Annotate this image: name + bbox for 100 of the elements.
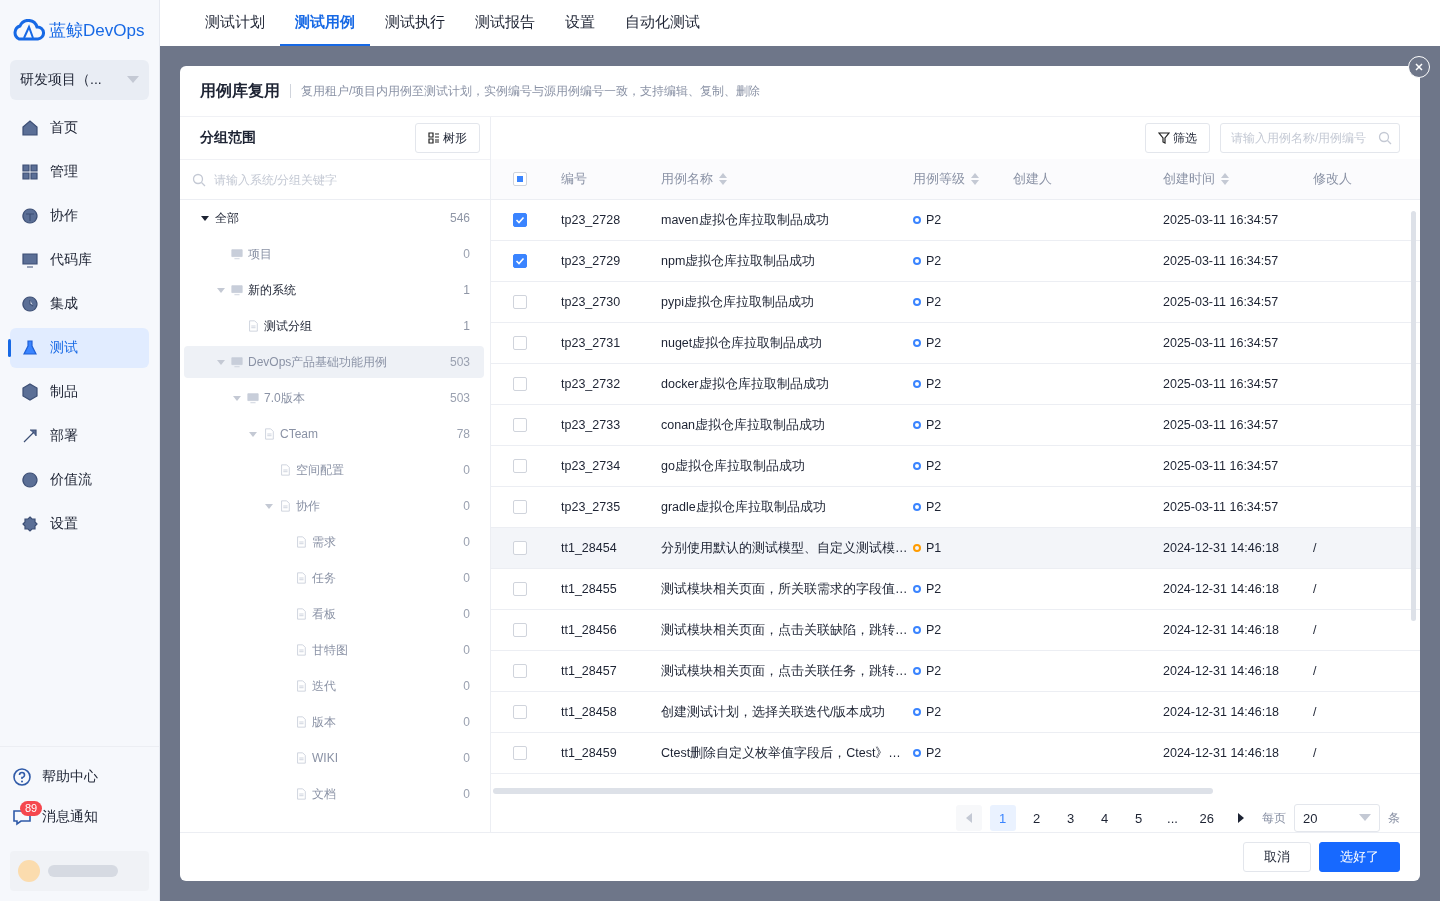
tree-icon [428, 132, 440, 144]
table-cell: 创建测试计划，选择关联迭代/版本成功 [661, 703, 886, 721]
nav-item[interactable]: 代码库 [10, 240, 149, 280]
nav-link[interactable]: 帮助中心 [42, 768, 98, 786]
nav-item[interactable]: 设置 [10, 504, 149, 544]
select-all-checkbox[interactable] [513, 172, 527, 186]
sort-icon[interactable] [1221, 173, 1229, 185]
nav-icon[interactable] [20, 250, 40, 270]
table-cell: 2025-03-11 16:34:57 [1163, 295, 1279, 309]
nav-item[interactable]: 测试 [10, 328, 149, 368]
close-icon[interactable] [1408, 56, 1430, 78]
table-cell: P2 [926, 500, 942, 514]
table-row[interactable]: tt1_28459 Ctest删除自定义枚举值字段后，Ctest》… P2 2024-12-31 14:46:18 / [491, 733, 1420, 774]
table-row[interactable]: tt1_28457 测试模块相关页面，点击关联任务，跳转… P2 2024-12-31 14:46:18 / [491, 651, 1420, 692]
column-header: 修改人 [1313, 170, 1352, 188]
cloud-logo-icon [11, 19, 45, 41]
monitor-icon [231, 284, 243, 296]
table-cell: / [1313, 623, 1317, 637]
table-cell: gradle虚拟仓库拉取制品成功 [661, 498, 826, 516]
table-cell: tp23_2728 [561, 213, 621, 227]
top-tab[interactable]: 测试计划 [190, 0, 280, 46]
nav-link[interactable]: 消息通知 [42, 808, 98, 826]
table-cell: / [1313, 746, 1317, 760]
monitor-icon [247, 392, 259, 404]
help-icon[interactable] [12, 767, 32, 787]
nav-item[interactable]: 协作 [10, 196, 149, 236]
cancel-button[interactable]: 取消 [1243, 842, 1311, 872]
table-cell: 2025-03-11 16:34:57 [1163, 336, 1279, 350]
page-button[interactable]: 2 [1023, 805, 1050, 831]
nav-icon[interactable] [20, 514, 40, 534]
table-cell: P2 [926, 418, 942, 432]
tree-view-button[interactable]: 树形 [415, 123, 480, 153]
top-tab[interactable]: 设置 [550, 0, 610, 46]
caret-icon[interactable] [200, 213, 210, 223]
table-cell: 2025-03-11 16:34:57 [1163, 213, 1279, 227]
sort-icon[interactable] [719, 173, 727, 185]
nav-item[interactable]: 价值流 [10, 460, 149, 500]
nav-icon[interactable] [20, 162, 40, 182]
top-tab[interactable]: 测试执行 [370, 0, 460, 46]
right-triangle-icon [1237, 813, 1245, 823]
page-size-select[interactable]: 20 [1294, 804, 1380, 832]
project-select[interactable]: 研发项目（... [10, 60, 149, 100]
nav-item[interactable]: 部署 [10, 416, 149, 456]
page-button[interactable]: 3 [1057, 805, 1084, 831]
table-cell: tt1_28459 [561, 746, 617, 760]
page-button[interactable]: 5 [1125, 805, 1152, 831]
search-icon[interactable] [1378, 131, 1392, 145]
nav-icon[interactable] [20, 206, 40, 226]
top-tab[interactable]: 测试报告 [460, 0, 550, 46]
nav-item[interactable]: 首页 [10, 108, 149, 148]
table-cell: nuget虚拟仓库拉取制品成功 [661, 334, 823, 352]
nav-icon[interactable] [20, 470, 40, 490]
document-icon [295, 536, 307, 548]
dialog-subtitle: 复用租户/项目内用例至测试计划，实例编号与源用例编号一致，支持编辑、复制、删除 [301, 82, 761, 100]
filter-button[interactable]: 筛选 [1145, 123, 1210, 153]
table-cell: 测试模块相关页面，点击关联任务，跳转… [661, 662, 908, 680]
table-cell: tt1_28456 [561, 623, 617, 637]
table-cell: docker虚拟仓库拉取制品成功 [661, 375, 829, 393]
table-cell: P2 [926, 254, 942, 268]
tree-node[interactable]: 新的系统 1 [184, 274, 484, 306]
table-cell: P2 [926, 746, 942, 760]
table-cell: P2 [926, 705, 942, 719]
tree-node[interactable]: 全部 546 [184, 202, 484, 234]
table-cell: tp23_2731 [561, 336, 621, 350]
nav-item[interactable]: 制品 [10, 372, 149, 412]
table-cell: 测试模块相关页面，点击关联缺陷，跳转… [661, 621, 908, 639]
page-button[interactable]: 4 [1091, 805, 1118, 831]
nav-icon[interactable] [20, 382, 40, 402]
table-cell: 2025-03-11 16:34:57 [1163, 418, 1279, 432]
table-cell: / [1313, 541, 1317, 555]
table-cell: 2025-03-11 16:34:57 [1163, 254, 1279, 268]
table-cell: P2 [926, 459, 942, 473]
page-button[interactable]: ... [1159, 805, 1186, 831]
table-cell: tp23_2734 [561, 459, 621, 473]
confirm-button[interactable]: 选好了 [1319, 842, 1400, 872]
table-row[interactable]: tt1_28456 测试模块相关页面，点击关联缺陷，跳转… P2 2024-12-31 14:46:18 / [491, 610, 1420, 651]
table-cell: tp23_2732 [561, 377, 621, 391]
table-cell: 2025-03-11 16:34:57 [1163, 377, 1279, 391]
page-button[interactable]: 26 [1193, 805, 1220, 831]
nav-item[interactable]: 集成 [10, 284, 149, 324]
table-row[interactable]: tt1_28454 分别使用默认的测试模型、自定义测试模… P1 2024-12-31 14:46:18 / [491, 528, 1420, 569]
top-tab[interactable]: 自动化测试 [610, 0, 715, 46]
row-checkbox[interactable] [513, 213, 527, 227]
table-cell: tt1_28455 [561, 582, 617, 596]
sort-icon[interactable] [971, 173, 979, 185]
table-cell: Ctest删除自定义枚举值字段后，Ctest》… [661, 744, 901, 762]
nav-icon[interactable] [20, 118, 40, 138]
nav-item[interactable]: 管理 [10, 152, 149, 192]
row-checkbox[interactable] [513, 254, 527, 268]
nav-icon[interactable] [20, 338, 40, 358]
scrollbar[interactable] [1411, 211, 1416, 621]
per-page-label: 每页 [1262, 809, 1286, 827]
document-icon [263, 428, 275, 440]
scrollbar[interactable] [493, 788, 1213, 794]
tree-node[interactable]: 测试分组 1 [184, 310, 484, 342]
table-cell: conan虚拟仓库拉取制品成功 [661, 416, 826, 434]
table-cell: maven虚拟仓库拉取制品成功 [661, 211, 829, 229]
monitor-icon [231, 248, 243, 260]
table-row[interactable]: tt1_28458 创建测试计划，选择关联迭代/版本成功 P2 2024-12-31 14:46:18 / [491, 692, 1420, 733]
nav-icon[interactable] [20, 294, 40, 314]
